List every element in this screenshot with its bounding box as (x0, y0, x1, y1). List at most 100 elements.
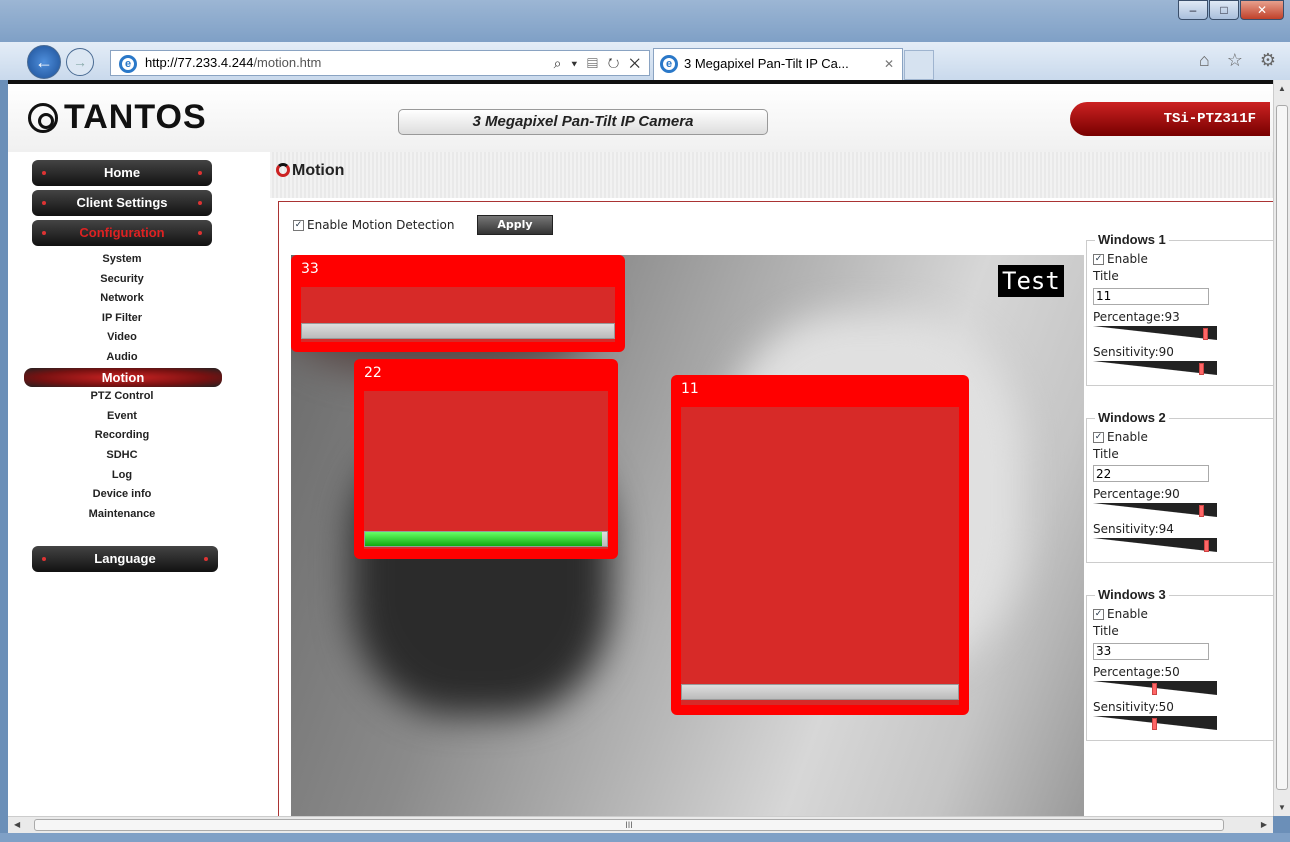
address-host: http://77.233.4.244 (145, 55, 254, 70)
sidebar-configuration-button[interactable]: Configuration (32, 220, 212, 246)
slider-knob[interactable] (1203, 540, 1209, 552)
browser-tab[interactable]: e 3 Megapixel Pan-Tilt IP Ca... ✕ (653, 48, 903, 80)
minimize-button[interactable]: – (1178, 0, 1208, 20)
horizontal-scrollbar[interactable]: ◀ III ▶ (8, 816, 1273, 833)
sensitivity-slider[interactable] (1093, 538, 1217, 552)
camera-title: 3 Megapixel Pan-Tilt IP Camera (398, 109, 768, 135)
windows-group-3: Windows 3 ✓Enable Title Percentage:50 Se… (1086, 587, 1273, 741)
tab-close-icon[interactable]: ✕ (884, 49, 894, 79)
apply-button[interactable]: Apply (477, 215, 553, 235)
enable-row[interactable]: ✓ Enable (1093, 429, 1273, 446)
sidebar-item-ptz-control[interactable]: PTZ Control (32, 387, 212, 407)
slider-knob[interactable] (1202, 327, 1208, 340)
motion-icon (276, 163, 290, 177)
sidebar-item-system[interactable]: System (32, 250, 212, 270)
motion-window-label: 11 (681, 381, 699, 397)
percentage-slider[interactable] (1093, 680, 1217, 695)
slider-knob[interactable] (1199, 362, 1205, 375)
motion-window-area (681, 407, 959, 705)
logo-text: TANTOS (64, 98, 207, 136)
scroll-right-icon[interactable]: ▶ (1261, 820, 1267, 829)
enable-motion-detection[interactable]: ✓ Enable Motion Detection (293, 218, 454, 232)
windows-settings-panel: Windows 1 ✓Enable Title Percentage:93 Se… (1086, 232, 1273, 741)
percentage-slider[interactable] (1093, 503, 1217, 517)
dot-icon (42, 201, 46, 205)
sidebar-item-video[interactable]: Video (32, 328, 212, 348)
sidebar-client-settings-button[interactable]: Client Settings (32, 190, 212, 216)
window-enable-checkbox[interactable]: ✓ (1093, 609, 1104, 620)
percentage-label: Percentage:93 (1093, 309, 1180, 324)
sidebar-item-security[interactable]: Security (32, 270, 212, 290)
title-label: Title (1093, 446, 1119, 461)
slider-track (1093, 325, 1217, 340)
sensitivity-label: Sensitivity:50 (1093, 699, 1174, 714)
enable-motion-checkbox[interactable]: ✓ (293, 219, 304, 231)
sidebar-item-network[interactable]: Network (32, 289, 212, 309)
sensitivity-slider[interactable] (1093, 715, 1217, 730)
sidebar-item-maintenance[interactable]: Maintenance (32, 505, 212, 525)
vertical-scrollbar[interactable]: ▲ ▼ (1273, 80, 1290, 816)
sidebar-item-ip-filter[interactable]: IP Filter (32, 309, 212, 329)
windows-legend: Windows 1 (1095, 232, 1169, 247)
motion-level-bar (364, 531, 608, 547)
motion-window-11[interactable]: 11 (671, 375, 969, 715)
sidebar-client-settings-label: Client Settings (76, 195, 168, 210)
motion-window-33[interactable]: 33 (291, 255, 625, 352)
vertical-scroll-thumb[interactable] (1276, 105, 1288, 790)
window-title-input[interactable] (1093, 287, 1209, 305)
address-tools[interactable]: ⌕ ▾ ▤ ↻ ✕ (554, 51, 643, 75)
arrow-left-icon: ← (35, 52, 53, 72)
sensitivity-label: Sensitivity:94 (1093, 522, 1174, 536)
title-label: Title (1093, 624, 1119, 638)
sensitivity-slider[interactable] (1093, 360, 1217, 375)
window-enable-checkbox[interactable]: ✓ (1093, 254, 1104, 265)
scroll-left-icon[interactable]: ◀ (14, 820, 20, 829)
forward-button[interactable]: → (66, 48, 94, 76)
motion-window-22[interactable]: 22 (354, 359, 618, 559)
enable-row[interactable]: ✓ Enable (1093, 606, 1273, 623)
ie-icon: e (660, 55, 678, 73)
sidebar-item-motion[interactable]: Motion (24, 367, 222, 388)
sidebar-item-recording[interactable]: Recording (32, 426, 212, 446)
address-bar[interactable]: e http://77.233.4.244/motion.htm ⌕ ▾ ▤ ↻… (110, 50, 650, 76)
enable-motion-label: Enable Motion Detection (307, 218, 455, 232)
arrow-right-icon: → (73, 54, 87, 70)
logo-icon (28, 102, 58, 133)
motion-level-fill (365, 532, 603, 546)
sidebar-item-audio[interactable]: Audio (32, 348, 212, 368)
windows-legend: Windows 3 (1095, 587, 1169, 602)
percentage-slider[interactable] (1093, 325, 1217, 340)
configuration-submenu: System Security Network IP Filter Video … (24, 250, 222, 525)
sidebar-home-button[interactable]: Home (32, 160, 212, 186)
dot-icon (42, 171, 46, 175)
window-title-input[interactable] (1093, 465, 1209, 482)
slider-knob[interactable] (1152, 717, 1157, 730)
slider-knob[interactable] (1152, 682, 1157, 695)
browser-tools-icons[interactable]: ⌂ ☆ ⚙ (1199, 50, 1282, 71)
sidebar-item-sdhc[interactable]: SDHC (32, 446, 212, 466)
back-button[interactable]: ← (27, 45, 61, 79)
sidebar-item-event[interactable]: Event (32, 407, 212, 427)
enable-label: Enable (1107, 252, 1148, 266)
percentage-label: Percentage:90 (1093, 487, 1180, 501)
sidebar-item-device-info[interactable]: Device info (32, 485, 212, 505)
window-title-input[interactable] (1093, 642, 1209, 660)
maximize-button[interactable]: □ (1209, 0, 1239, 20)
title-stripe (270, 152, 1273, 198)
dot-icon (42, 231, 46, 235)
scroll-down-icon[interactable]: ▼ (1278, 803, 1286, 812)
slider-knob[interactable] (1199, 505, 1205, 517)
osd-text: Test (998, 265, 1064, 297)
motion-window-label: 22 (364, 365, 382, 381)
dot-icon (198, 171, 202, 175)
close-window-button[interactable]: ✕ (1240, 0, 1284, 20)
sidebar-item-log[interactable]: Log (32, 466, 212, 486)
motion-window-label: 33 (301, 261, 319, 277)
motion-window-area (364, 391, 608, 549)
window-enable-checkbox[interactable]: ✓ (1093, 431, 1104, 443)
new-tab-button[interactable] (904, 50, 934, 80)
sidebar-language-button[interactable]: Language (32, 546, 218, 572)
enable-row[interactable]: ✓ Enable (1093, 251, 1273, 268)
horizontal-scroll-thumb[interactable]: III (34, 819, 1224, 831)
scroll-up-icon[interactable]: ▲ (1278, 84, 1286, 93)
